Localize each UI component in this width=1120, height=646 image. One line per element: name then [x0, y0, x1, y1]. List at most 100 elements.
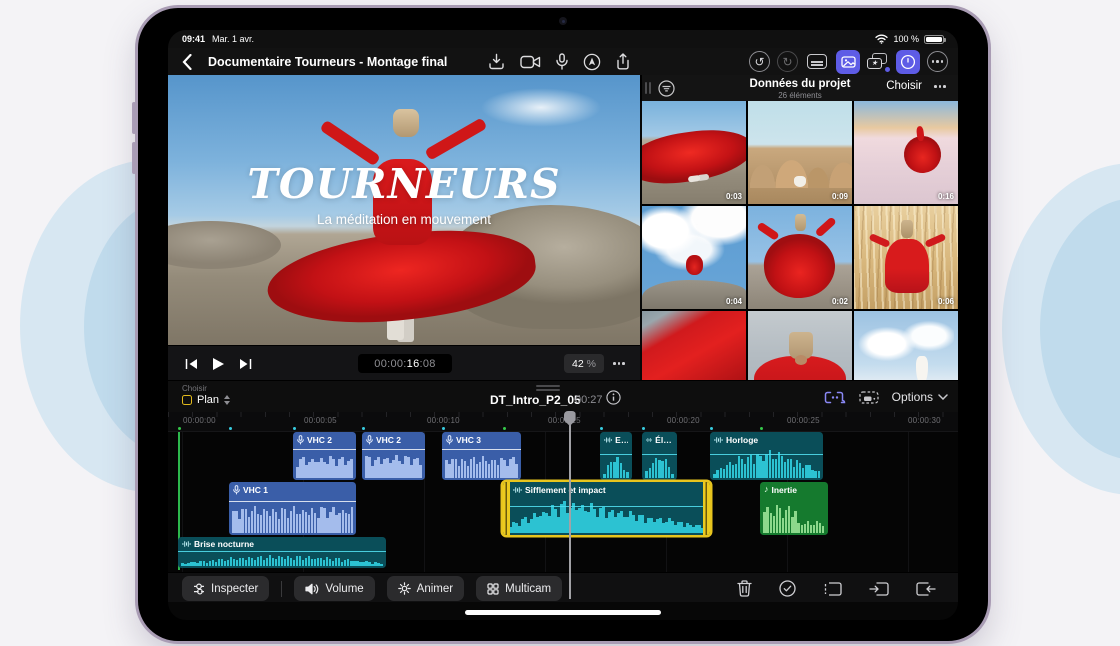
media-thumbnail[interactable]: 0:06	[854, 206, 958, 309]
home-indicator[interactable]	[465, 610, 661, 615]
status-date: Mar. 1 avr.	[212, 34, 255, 44]
timeline-clip[interactable]: E…	[600, 432, 632, 480]
choose-hint: Choisir	[182, 384, 207, 393]
thumb-hat	[900, 220, 914, 238]
ruler-label: 00:00:25	[787, 416, 820, 425]
zoom-level-button[interactable]: 42%	[564, 354, 604, 373]
redo-icon[interactable]: ↻	[777, 51, 798, 72]
clip-duration-badge: 0:02	[831, 297, 848, 306]
import-icon[interactable]	[488, 53, 505, 70]
timeline-clip-selected[interactable]: Sifflement et impact	[503, 482, 710, 535]
next-frame-button[interactable]	[232, 346, 258, 381]
volume-button[interactable]: Volume	[294, 576, 375, 601]
info-icon[interactable]	[606, 390, 621, 405]
app-toolbar: Documentaire Tourneurs - Montage final ↺…	[168, 48, 958, 75]
title-overlay: TOURNEURS La méditation en mouvement	[168, 164, 640, 228]
timeline-clip-name: DT_Intro_P2_05	[490, 393, 581, 407]
check-circle-icon[interactable]	[779, 580, 796, 597]
media-thumbnail[interactable]	[854, 311, 958, 380]
timeline-header: Choisir Plan DT_Intro_P2_05 00:27 Option…	[168, 380, 958, 412]
mic-icon[interactable]	[556, 53, 568, 70]
undo-icon[interactable]: ↺	[749, 51, 770, 72]
append-clip-icon[interactable]	[916, 581, 936, 596]
timeline-clip[interactable]: VHC 3	[442, 432, 521, 480]
timeline-clip[interactable]: VHC 1	[229, 482, 356, 535]
viewer-rocks-left	[168, 220, 282, 270]
video-viewer[interactable]: TOURNEURS La méditation en mouvement	[168, 75, 640, 345]
timeline-clip[interactable]: ♪ Inertie	[760, 482, 828, 535]
clip-marker	[600, 427, 604, 431]
viewer-more-icon[interactable]	[606, 346, 632, 381]
media-thumbnail[interactable]	[642, 311, 746, 380]
timeline-clip-duration: 00:27	[575, 394, 603, 406]
media-thumbnail[interactable]: 0:02	[748, 206, 852, 309]
thumb-art	[854, 311, 958, 380]
share-icon[interactable]	[616, 53, 630, 70]
front-camera	[559, 17, 567, 25]
scope-selector[interactable]: Plan	[182, 394, 231, 406]
ruler-label: 00:00:10	[427, 416, 460, 425]
thumb-figure	[916, 356, 928, 380]
clip-marker	[229, 427, 233, 431]
clip-duration-badge: 0:03	[725, 192, 742, 201]
media-thumbnail[interactable]	[748, 311, 852, 380]
thumb-art	[748, 142, 852, 188]
media-browser-icon[interactable]	[836, 49, 860, 74]
viewer-figure-hat	[392, 108, 420, 138]
timeline-clip[interactable]: Horloge	[710, 432, 823, 480]
playhead[interactable]	[564, 411, 576, 599]
back-button[interactable]	[182, 53, 200, 71]
clip-duration-badge: 0:04	[725, 297, 742, 306]
bottom-action-bar: Inspecter Volume Animer Multicam	[168, 572, 958, 602]
clip-marker	[760, 427, 764, 431]
thumb-art	[761, 231, 837, 301]
page-background: 09:41 Mar. 1 avr. 100 % Documentaire Tou…	[0, 0, 1120, 646]
clip-marker	[442, 427, 446, 431]
transport-bar: 00:00: 16:08 42%	[168, 345, 640, 380]
timeline-clip[interactable]: VHC 2	[293, 432, 356, 480]
insert-clip-icon[interactable]	[869, 581, 889, 596]
effects-icon[interactable]: ★	[867, 52, 890, 72]
timeline-clip[interactable]: VHC 2	[362, 432, 425, 480]
timeline-tracks[interactable]: VHC 2 VHC 2 VHC 3 E… Élév…	[168, 432, 958, 572]
wifi-icon	[875, 34, 889, 44]
more-icon[interactable]	[927, 51, 948, 72]
battery-percent: 100 %	[893, 34, 919, 44]
clip-marker	[710, 427, 714, 431]
battery-icon	[924, 34, 946, 44]
ruler-label: 00:00:30	[908, 416, 941, 425]
timeline-clip[interactable]: Brise nocturne	[178, 537, 386, 568]
clip-marker	[293, 427, 297, 431]
inspect-button[interactable]: Inspecter	[182, 576, 270, 601]
clip-marker	[362, 427, 366, 431]
trash-icon[interactable]	[737, 580, 752, 597]
browser-header: Données du projet 26 éléments Choisir	[640, 75, 958, 101]
animate-button[interactable]: Animer	[386, 576, 465, 601]
timeline-clip[interactable]: Élév…	[642, 432, 677, 480]
multicam-button[interactable]: Multicam	[476, 576, 563, 601]
overlay-subtitle-text: La méditation en mouvement	[316, 212, 492, 228]
media-thumbnail[interactable]: 0:16	[854, 101, 958, 204]
previous-frame-button[interactable]	[178, 346, 204, 381]
media-thumbnail[interactable]: 0:03	[642, 101, 746, 204]
connected-clips-icon[interactable]	[824, 391, 846, 404]
play-button[interactable]	[205, 346, 231, 381]
overlay-view-icon[interactable]	[859, 390, 879, 404]
thumb-hat	[794, 214, 807, 231]
timeline-drag-handle[interactable]	[536, 385, 560, 387]
thumb-art	[885, 238, 929, 293]
pointer-icon[interactable]	[583, 53, 601, 71]
camera-icon[interactable]	[520, 55, 541, 69]
media-thumbnail[interactable]: 0:04	[642, 206, 746, 309]
chevron-updown-icon	[224, 395, 231, 405]
titles-icon[interactable]	[805, 50, 829, 74]
select-button[interactable]: Choisir	[886, 80, 922, 92]
jog-wheel-icon[interactable]	[896, 49, 920, 74]
timeline-ruler[interactable]: 00:00:00 00:00:05 00:00:10 00:00:15 00:0…	[168, 412, 958, 432]
media-thumbnail[interactable]: 0:09	[748, 101, 852, 204]
ipad-device-frame: 09:41 Mar. 1 avr. 100 % Documentaire Tou…	[138, 8, 988, 641]
browser-more-icon[interactable]	[934, 85, 946, 88]
options-button[interactable]: Options	[892, 390, 948, 404]
replace-clip-icon[interactable]	[823, 581, 842, 596]
clip-duration-badge: 0:06	[937, 297, 954, 306]
